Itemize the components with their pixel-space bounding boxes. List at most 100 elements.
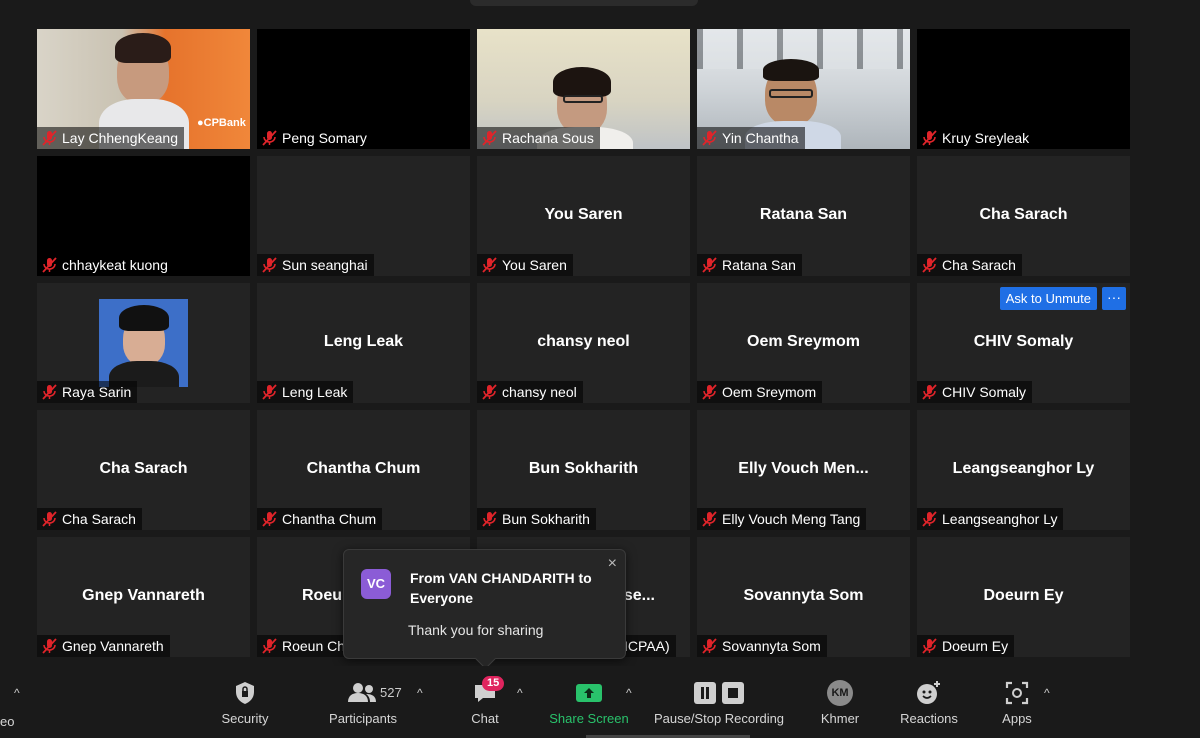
- close-icon[interactable]: ×: [608, 555, 617, 573]
- muted-mic-icon: [261, 257, 279, 273]
- participant-tile[interactable]: Leng Leak Leng Leak: [257, 283, 470, 403]
- participant-tile[interactable]: Oem Sreymom Oem Sreymom: [697, 283, 910, 403]
- participant-tile[interactable]: Cha Sarach Cha Sarach: [917, 156, 1130, 276]
- participant-display-name: Leng Leak: [323, 333, 404, 350]
- muted-mic-icon: [261, 130, 279, 146]
- more-options-button[interactable]: ···: [1102, 287, 1126, 310]
- muted-mic-icon: [261, 384, 279, 400]
- muted-mic-icon: [921, 257, 939, 273]
- name-tag: Sovannyta Som: [697, 635, 827, 657]
- security-button[interactable]: Security: [214, 680, 276, 726]
- muted-mic-icon: [481, 384, 499, 400]
- muted-mic-icon: [261, 511, 279, 527]
- participant-tile[interactable]: Yin Chantha: [697, 29, 910, 149]
- name-tag: Leangseanghor Ly: [917, 508, 1064, 530]
- muted-mic-icon: [41, 384, 59, 400]
- participant-display-name: Leangseanghor Ly: [952, 460, 1095, 477]
- name-tag: Elly Vouch Meng Tang: [697, 508, 867, 530]
- apps-icon: [996, 680, 1038, 706]
- chat-notification[interactable]: VC From VAN CHANDARITH to Everyone Thank…: [343, 549, 626, 659]
- name-tag: Peng Somary: [257, 127, 373, 149]
- muted-mic-icon: [921, 511, 939, 527]
- participant-display-name: Elly Vouch Men...: [738, 460, 869, 477]
- name-tag: Ratana San: [697, 254, 802, 276]
- muted-mic-icon: [921, 638, 939, 654]
- participant-count: 527: [380, 685, 402, 700]
- name-tag: Chantha Chum: [257, 508, 383, 530]
- chat-unread-badge: 15: [482, 676, 505, 691]
- name-tag: Cha Sarach: [917, 254, 1022, 276]
- chevron-up-icon[interactable]: ^: [517, 686, 523, 700]
- muted-mic-icon: [41, 511, 59, 527]
- name-tag: CHIV Somaly: [917, 381, 1033, 403]
- muted-mic-icon: [41, 638, 59, 654]
- participant-tile[interactable]: Sun seanghai: [257, 156, 470, 276]
- chevron-up-icon[interactable]: ^: [1044, 686, 1050, 700]
- participant-tile[interactable]: Raya Sarin: [37, 283, 250, 403]
- participant-tile[interactable]: Kruy Sreyleak: [917, 29, 1130, 149]
- chevron-up-icon[interactable]: ^: [626, 686, 632, 700]
- participant-tile[interactable]: Chantha Chum Chantha Chum: [257, 410, 470, 530]
- participant-display-name: Cha Sarach: [99, 460, 188, 477]
- muted-mic-icon: [481, 511, 499, 527]
- chevron-up-icon[interactable]: ^: [14, 686, 20, 700]
- participant-display-name: Ratana San: [759, 206, 848, 223]
- security-label: Security: [221, 711, 269, 726]
- name-tag: Roeun Ch: [257, 635, 352, 657]
- participant-display-name: Chantha Chum: [306, 460, 421, 477]
- participant-tile[interactable]: Sovannyta Som Sovannyta Som: [697, 537, 910, 657]
- smiley-plus-icon: [898, 680, 960, 706]
- participant-tile[interactable]: Rachana Sous: [477, 29, 690, 149]
- participant-tile[interactable]: chansy neol chansy neol: [477, 283, 690, 403]
- participant-tile[interactable]: You Saren You Saren: [477, 156, 690, 276]
- muted-mic-icon: [41, 130, 59, 146]
- top-handle[interactable]: [470, 0, 698, 6]
- participant-display-name: CHIV Somaly: [973, 333, 1074, 350]
- participant-tile[interactable]: Doeurn Ey Doeurn Ey: [917, 537, 1130, 657]
- language-label: Khmer: [820, 711, 860, 726]
- name-tag: Doeurn Ey: [917, 635, 1015, 657]
- name-tag: Oem Sreymom: [697, 381, 823, 403]
- participant-tile[interactable]: Ratana San Ratana San: [697, 156, 910, 276]
- name-tag: Bun Sokharith: [477, 508, 596, 530]
- participant-tile[interactable]: Elly Vouch Men... Elly Vouch Meng Tang: [697, 410, 910, 530]
- chevron-up-icon[interactable]: ^: [417, 686, 423, 700]
- participant-tile[interactable]: ●CPBank Lay ChhengKeang: [37, 29, 250, 149]
- participant-display-name: Bun Sokharith: [528, 460, 639, 477]
- recording-button[interactable]: Pause/Stop Recording: [652, 680, 786, 726]
- muted-mic-icon: [921, 130, 939, 146]
- name-tag: Yin Chantha: [697, 127, 805, 149]
- chat-button[interactable]: 15 Chat: [464, 676, 506, 726]
- participants-label: Participants: [329, 711, 397, 726]
- shield-icon: [214, 680, 276, 706]
- muted-mic-icon: [701, 130, 719, 146]
- video-label-partial: eo: [0, 714, 15, 729]
- participant-display-name: Cha Sarach: [979, 206, 1068, 223]
- muted-mic-icon: [701, 638, 719, 654]
- participant-tile[interactable]: Bun Sokharith Bun Sokharith: [477, 410, 690, 530]
- name-tag: Raya Sarin: [37, 381, 138, 403]
- ask-to-unmute-button[interactable]: Ask to Unmute: [999, 287, 1097, 310]
- meeting-window: ●CPBank Lay ChhengKeang Peng Somary Rach…: [0, 0, 1200, 738]
- participant-tile[interactable]: Gnep Vannareth Gnep Vannareth: [37, 537, 250, 657]
- apps-button[interactable]: Apps: [996, 680, 1038, 726]
- participant-tile[interactable]: Peng Somary: [257, 29, 470, 149]
- name-tag: Lay ChhengKeang: [37, 127, 184, 149]
- participant-tile[interactable]: Cha Sarach Cha Sarach: [37, 410, 250, 530]
- participant-display-name: Oem Sreymom: [747, 333, 860, 350]
- muted-mic-icon: [701, 257, 719, 273]
- participant-tile[interactable]: Leangseanghor Ly Leangseanghor Ly: [917, 410, 1130, 530]
- muted-mic-icon: [261, 638, 279, 654]
- language-button[interactable]: KM Khmer: [818, 680, 862, 726]
- share-screen-button[interactable]: Share Screen: [548, 680, 630, 726]
- reactions-button[interactable]: Reactions: [898, 680, 960, 726]
- participant-tile[interactable]: chhaykeat kuong: [37, 156, 250, 276]
- name-tag: chansy neol: [477, 381, 583, 403]
- sender-avatar: VC: [361, 569, 391, 599]
- participant-tile[interactable]: Ask to Unmute ··· CHIV Somaly CHIV Somal…: [917, 283, 1130, 403]
- meeting-toolbar: eo ^ Security Participants 527 ^ 15 Chat…: [0, 666, 1200, 738]
- name-tag: ICPAA): [619, 635, 676, 657]
- reactions-label: Reactions: [900, 711, 958, 726]
- participant-display-name: chansy neol: [537, 333, 630, 350]
- participant-display-name: Gnep Vannareth: [82, 587, 205, 604]
